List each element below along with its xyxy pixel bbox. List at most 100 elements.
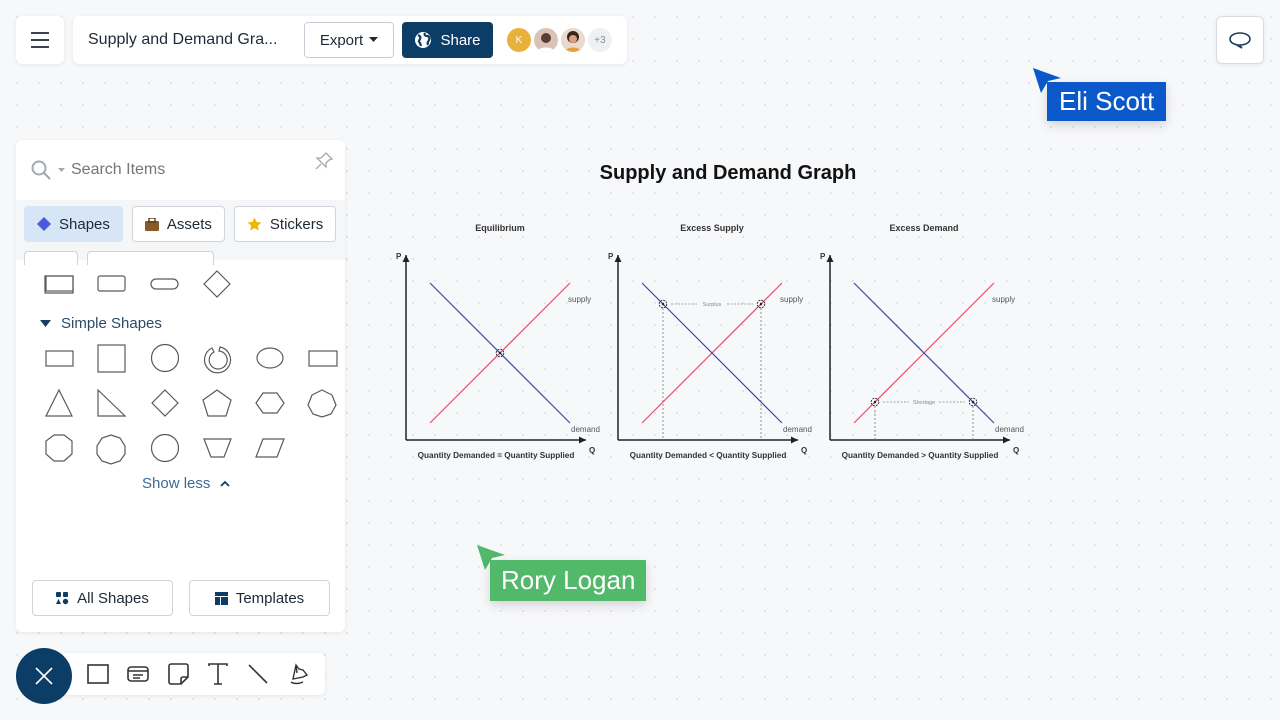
all-shapes-button[interactable]: All Shapes xyxy=(32,580,173,616)
document-title[interactable]: Supply and Demand Gra... xyxy=(88,31,300,49)
comments-button[interactable] xyxy=(1216,16,1264,64)
comment-icon xyxy=(1229,32,1251,49)
x-axis-arrow xyxy=(791,436,798,444)
y-axis-label: P xyxy=(608,252,614,261)
annotation-label: Surplus xyxy=(703,302,722,308)
y-axis-arrow xyxy=(614,255,622,262)
right-triangle-shape[interactable] xyxy=(97,388,127,417)
share-label: Share xyxy=(440,31,481,49)
pill-shape[interactable] xyxy=(150,278,179,290)
diamond-shape[interactable] xyxy=(151,389,179,417)
globe-icon xyxy=(415,32,432,48)
chart-title: Excess Supply xyxy=(680,223,744,233)
card-icon xyxy=(127,666,149,682)
intersection-dot xyxy=(661,302,665,306)
sticky-note-tool[interactable] xyxy=(166,662,190,686)
simple-shapes-section-toggle[interactable]: Simple Shapes xyxy=(40,315,162,332)
sticky-note-icon xyxy=(168,663,189,685)
square-shape[interactable] xyxy=(97,344,126,373)
ellipse-shape[interactable] xyxy=(256,347,284,369)
all-shapes-label: All Shapes xyxy=(77,589,149,607)
x-axis-label: Q xyxy=(1013,446,1019,455)
top-bar: Supply and Demand Gra... Export Share K … xyxy=(73,16,627,64)
pentagon-shape[interactable] xyxy=(202,389,232,417)
circle-shape[interactable] xyxy=(150,343,180,373)
diamond-shape[interactable] xyxy=(203,270,231,298)
chart-title: Excess Demand xyxy=(889,223,958,233)
x-axis-arrow xyxy=(1003,436,1010,444)
export-button[interactable]: Export xyxy=(304,22,394,58)
hexagon-shape[interactable] xyxy=(255,392,285,414)
chart-excess-demand: Excess Demand P Qsupply demand Shortage Quant… xyxy=(820,223,1024,460)
shapes-panel: Shapes Assets Stickers xyxy=(16,140,345,632)
chart-caption: Quantity Demanded < Quantity Supplied xyxy=(630,451,787,460)
chart-title: Equilibrium xyxy=(475,223,525,233)
drawing-toolbar xyxy=(60,653,325,695)
close-icon xyxy=(35,667,53,685)
hamburger-icon xyxy=(31,32,49,48)
rectangle-shape[interactable] xyxy=(45,275,74,292)
nonagon-shape[interactable] xyxy=(96,434,126,465)
text-tool[interactable] xyxy=(206,662,230,686)
octagon-shape[interactable] xyxy=(45,434,73,462)
intersection-dot xyxy=(971,400,975,404)
intersection-dot xyxy=(873,400,877,404)
trapezoid-shape[interactable] xyxy=(203,438,232,458)
series-label-demand: demand xyxy=(571,425,600,434)
y-axis-arrow xyxy=(826,255,834,262)
intersection-dot xyxy=(498,351,502,355)
caret-down-icon xyxy=(40,319,51,327)
menu-button[interactable] xyxy=(16,16,64,64)
rounded-rectangle-shape[interactable] xyxy=(97,275,126,292)
supply-demand-charts[interactable]: Equilibrium P Qsupply demand Quantity Demand… xyxy=(380,210,1040,470)
wide-rectangle-shape[interactable] xyxy=(308,350,338,367)
avatar[interactable] xyxy=(534,28,558,52)
decagon-shape[interactable] xyxy=(150,433,180,463)
triangle-shape[interactable] xyxy=(45,388,73,417)
donut-shape[interactable] xyxy=(203,346,232,374)
more-collaborators-badge[interactable]: +3 xyxy=(588,28,612,52)
chart-caption: Quantity Demanded = Quantity Supplied xyxy=(418,451,575,460)
x-axis-label: Q xyxy=(801,446,807,455)
line-tool[interactable] xyxy=(246,662,270,686)
line-icon xyxy=(248,664,268,684)
text-icon xyxy=(208,663,228,685)
show-less-label: Show less xyxy=(142,475,211,492)
series-label-supply: supply xyxy=(780,295,803,304)
templates-button[interactable]: Templates xyxy=(189,580,330,616)
x-axis-label: Q xyxy=(589,446,595,455)
x-axis-arrow xyxy=(579,436,586,444)
caret-down-icon xyxy=(369,37,379,42)
avatar[interactable]: K xyxy=(507,28,531,52)
rectangle-shape[interactable] xyxy=(45,350,74,367)
parallelogram-shape[interactable] xyxy=(255,438,285,458)
diagram-title[interactable]: Supply and Demand Graph xyxy=(560,162,896,185)
series-label-supply: supply xyxy=(568,295,591,304)
card-tool[interactable] xyxy=(126,662,150,686)
heptagon-shape[interactable] xyxy=(307,389,337,418)
pen-icon xyxy=(290,663,309,685)
collaborator-cursor-label: Eli Scott xyxy=(1047,82,1167,121)
y-axis-label: P xyxy=(396,252,402,261)
annotation-label: Shortage xyxy=(913,400,935,406)
y-axis-arrow xyxy=(402,255,410,262)
section-title: Simple Shapes xyxy=(61,315,162,332)
person-avatar-icon xyxy=(537,33,555,52)
rectangle-tool[interactable] xyxy=(86,662,110,686)
show-less-button[interactable]: Show less xyxy=(142,475,231,492)
avatar[interactable] xyxy=(561,28,585,52)
close-toolbar-button[interactable] xyxy=(16,648,72,704)
chart-caption: Quantity Demanded > Quantity Supplied xyxy=(842,451,999,460)
person-avatar-icon xyxy=(565,31,581,52)
templates-label: Templates xyxy=(235,589,305,607)
series-label-demand: demand xyxy=(995,425,1024,434)
share-button[interactable]: Share xyxy=(402,22,493,58)
y-axis-label: P xyxy=(820,252,826,261)
templates-icon xyxy=(214,591,228,605)
collaborator-cursor-label: Rory Logan xyxy=(490,560,647,601)
collaborators[interactable]: K +3 xyxy=(507,28,615,52)
shapes-grid-icon xyxy=(56,591,69,604)
pen-tool[interactable] xyxy=(286,662,310,686)
series-label-supply: supply xyxy=(992,295,1015,304)
intersection-dot xyxy=(759,302,763,306)
